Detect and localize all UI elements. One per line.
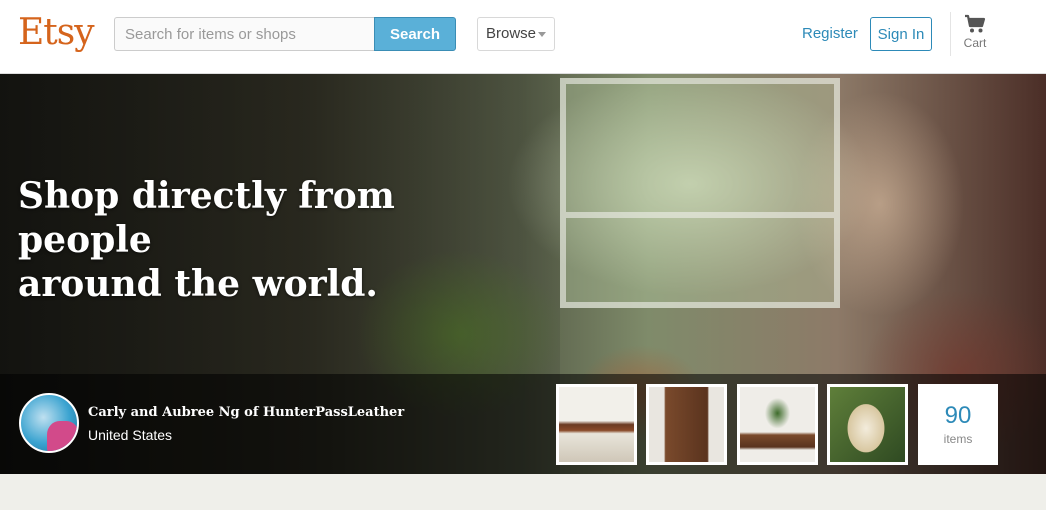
cart-button[interactable]: Cart xyxy=(960,14,990,58)
hero-headline-line-1: Shop directly from people xyxy=(18,175,395,261)
cart-label: Cart xyxy=(963,36,987,50)
etsy-logo[interactable]: Etsy xyxy=(18,12,95,53)
browse-label: Browse xyxy=(486,25,537,42)
site-header: Etsy Search Browse Register Sign In Cart xyxy=(0,0,1046,74)
seller-item-thumbnail-1[interactable] xyxy=(556,384,637,465)
search-form: Search xyxy=(114,17,456,51)
chevron-down-icon xyxy=(538,32,546,37)
search-input[interactable] xyxy=(114,17,376,51)
hero-banner: Shop directly from people around the wor… xyxy=(0,74,1046,474)
seller-avatar[interactable] xyxy=(19,393,79,453)
sign-in-button[interactable]: Sign In xyxy=(870,17,932,51)
seller-items-count[interactable]: 90 items xyxy=(918,384,998,465)
header-divider xyxy=(950,12,951,56)
featured-seller-bar: Carly and Aubree Ng of HunterPassLeather… xyxy=(0,374,1046,474)
seller-name[interactable]: Carly and Aubree Ng of HunterPassLeather xyxy=(88,405,404,420)
seller-item-thumbnail-3[interactable] xyxy=(737,384,818,465)
items-count-number: 90 xyxy=(944,402,972,429)
seller-location: United States xyxy=(88,427,173,443)
hero-headline: Shop directly from people around the wor… xyxy=(18,174,538,306)
seller-item-thumbnail-2[interactable] xyxy=(646,384,727,465)
hero-window-background xyxy=(560,78,840,308)
shopping-cart-icon xyxy=(965,14,986,33)
hero-headline-line-2: around the world. xyxy=(18,263,378,305)
search-button[interactable]: Search xyxy=(374,17,456,51)
items-count-label: items xyxy=(943,432,973,446)
browse-dropdown[interactable]: Browse xyxy=(477,17,555,51)
register-link[interactable]: Register xyxy=(802,25,858,42)
seller-item-thumbnail-4[interactable] xyxy=(827,384,908,465)
